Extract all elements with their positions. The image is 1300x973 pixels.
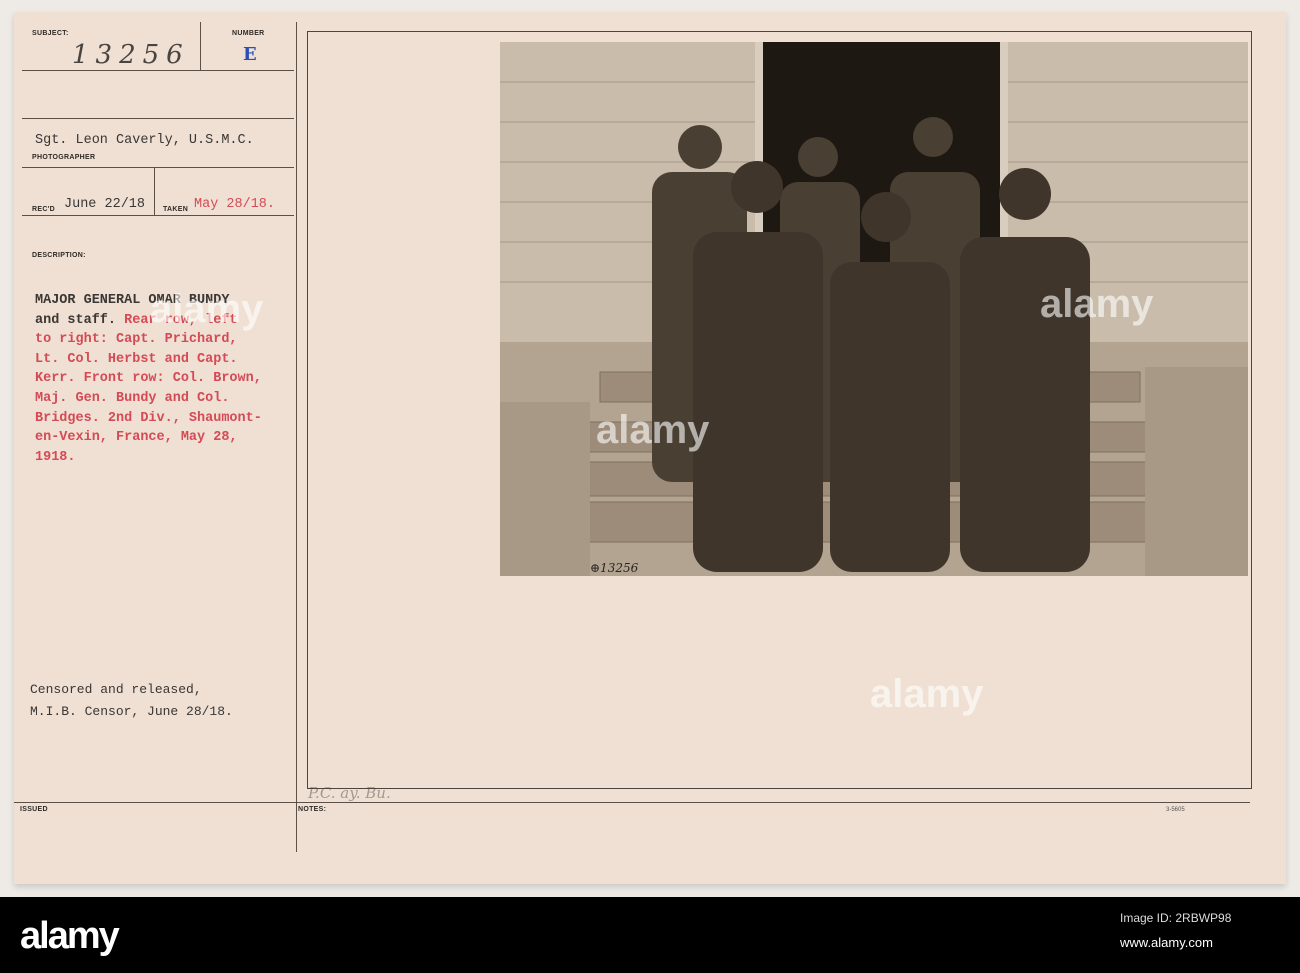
watermark: alamy bbox=[596, 408, 710, 452]
description-line: Bridges. 2nd Div., Shaumont- bbox=[35, 410, 262, 426]
photo-inscription: ⊕13256 bbox=[590, 561, 639, 575]
description-line: Lt. Col. Herbst and Capt. bbox=[35, 351, 238, 367]
watermark: alamy bbox=[870, 672, 984, 716]
description-line: Maj. Gen. Bundy and Col. bbox=[35, 390, 230, 406]
alamy-url[interactable]: www.alamy.com bbox=[1120, 935, 1213, 950]
description-line: to right: Capt. Prichard, bbox=[35, 332, 238, 348]
taken-label: TAKEN bbox=[163, 206, 189, 213]
number-stamp: E bbox=[243, 44, 257, 65]
stock-footer: alamy Image ID: 2RBWP98 www.alamy.com bbox=[0, 897, 1300, 973]
divider bbox=[22, 118, 294, 119]
divider bbox=[22, 167, 294, 168]
divider bbox=[154, 168, 155, 215]
watermark: alamy bbox=[150, 287, 264, 331]
description-line: Kerr. Front row: Col. Brown, bbox=[35, 371, 262, 387]
photographer-name: Sgt. Leon Caverly, U.S.M.C. bbox=[35, 133, 254, 148]
taken-date: May 28/18. bbox=[194, 197, 276, 212]
column-divider bbox=[296, 22, 297, 852]
description-line: 1918. bbox=[35, 449, 76, 465]
censor-line-1: Censored and released, bbox=[30, 682, 202, 697]
recd-date: June 22/18 bbox=[64, 197, 146, 212]
subject-number: 13256 bbox=[72, 40, 190, 70]
image-id: Image ID: 2RBWP98 bbox=[1120, 911, 1232, 925]
watermark: alamy bbox=[1040, 282, 1154, 326]
censor-line-2: M.I.B. Censor, June 28/18. bbox=[30, 704, 233, 719]
subject-label: SUBJECT: bbox=[32, 30, 69, 37]
issued-label: ISSUED bbox=[20, 806, 48, 813]
description-line: and staff. bbox=[35, 312, 117, 328]
recd-label: REC'D bbox=[32, 206, 55, 213]
description-label: DESCRIPTION: bbox=[32, 252, 86, 259]
divider bbox=[22, 70, 294, 71]
alamy-logo: alamy bbox=[20, 915, 120, 957]
photographer-label: PHOTOGRAPHER bbox=[32, 154, 96, 161]
divider bbox=[22, 215, 294, 216]
divider bbox=[200, 22, 201, 70]
number-label: NUMBER bbox=[232, 30, 265, 37]
form-number: 3-5605 bbox=[1166, 807, 1185, 813]
description-line: en-Vexin, France, May 28, bbox=[35, 430, 238, 446]
notes-label: NOTES: bbox=[298, 806, 327, 813]
bottom-divider bbox=[14, 802, 1250, 803]
